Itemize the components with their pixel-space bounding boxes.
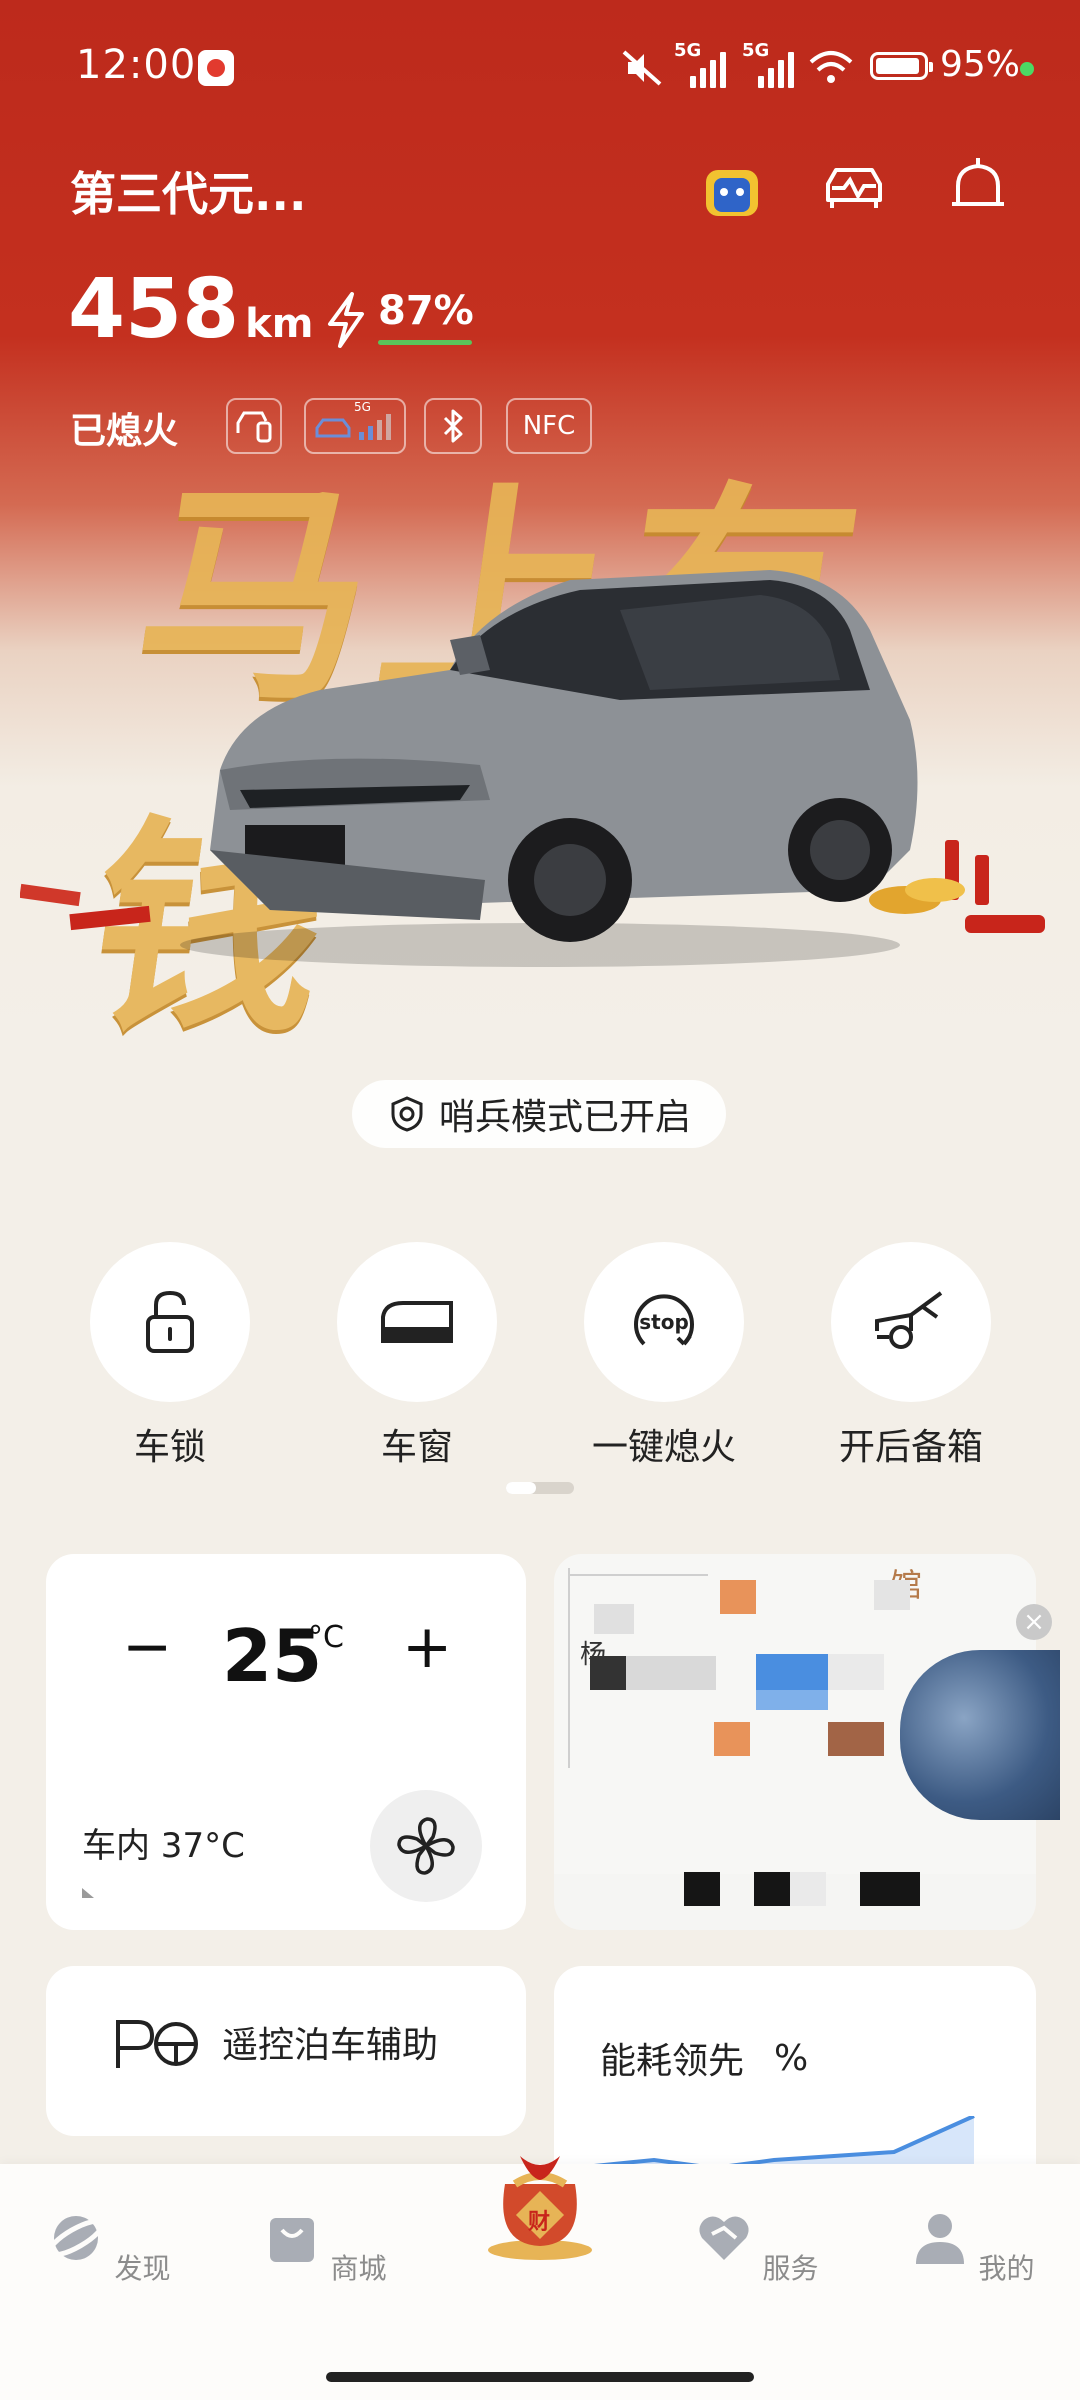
energy-label: 能耗领先 xyxy=(600,2041,745,2082)
car-health-icon[interactable] xyxy=(818,152,890,224)
fan-button[interactable] xyxy=(370,1790,482,1902)
nav-label-service: 服务 xyxy=(762,2252,819,2285)
window-label: 车窗 xyxy=(380,1427,453,1468)
nav-discover[interactable]: 发现 xyxy=(38,2208,178,2287)
temp-minus-button[interactable]: − xyxy=(122,1612,172,1682)
lock-button[interactable] xyxy=(90,1242,250,1402)
car-name[interactable]: 第三代元... xyxy=(70,158,306,224)
map-close-button[interactable]: × xyxy=(1016,1604,1052,1640)
remote-parking-card[interactable]: 遥控泊车辅助 xyxy=(46,1966,526,2136)
range-value: 458 xyxy=(68,262,240,357)
temperature-unit: °C xyxy=(308,1620,344,1655)
cell-signal-icon-2 xyxy=(758,44,794,88)
charge-underline xyxy=(378,340,472,345)
stop-engine-button[interactable]: stop xyxy=(584,1242,744,1402)
car-connect-icon xyxy=(236,411,272,443)
car-5g-chip[interactable]: 5G xyxy=(304,398,406,454)
nfc-chip[interactable]: NFC xyxy=(506,398,592,454)
climate-card[interactable]: − 25 °C + 车内 37°C xyxy=(46,1554,526,1930)
planet-icon xyxy=(46,2216,105,2260)
window-icon xyxy=(381,1301,453,1343)
lucky-bag-text: 财 xyxy=(528,2210,551,2235)
mascot-icon[interactable] xyxy=(696,152,768,224)
cell-signal-icon-1 xyxy=(690,44,726,88)
nav-mine[interactable]: 我的 xyxy=(902,2208,1042,2287)
person-icon xyxy=(915,2214,964,2264)
temp-plus-button[interactable]: + xyxy=(402,1612,452,1682)
energy-percent: % xyxy=(774,2038,809,2079)
nav-label-mine: 我的 xyxy=(978,2252,1035,2285)
nav-label-discover: 发现 xyxy=(114,2252,171,2285)
parking-assist-icon xyxy=(116,2020,198,2068)
lucky-bag-icon xyxy=(488,2156,592,2260)
bottom-navigation: 发现 商城 财 服务 我的 xyxy=(0,2156,1080,2400)
sentry-label: 哨兵模式已开启 xyxy=(438,1097,691,1138)
bell-icon[interactable] xyxy=(942,152,1014,224)
car-image xyxy=(180,570,918,967)
nav-lucky-bag[interactable]: 财 xyxy=(470,2134,610,2271)
driving-range: 458 km xyxy=(68,262,313,357)
clock: 12:00 xyxy=(76,42,197,88)
car-connect-chip[interactable] xyxy=(226,398,282,454)
inside-temperature: 车内 37°C xyxy=(82,1826,245,1866)
corner-indicator-icon xyxy=(82,1888,94,1898)
battery-icon xyxy=(870,52,933,80)
sentry-mode-pill[interactable]: 哨兵模式已开启 xyxy=(352,1080,726,1148)
lock-label: 车锁 xyxy=(133,1427,206,1468)
vehicle-state: 已熄火 xyxy=(70,411,179,452)
wifi-icon xyxy=(809,51,853,83)
range-unit: km xyxy=(245,301,314,347)
nav-label-mall: 商城 xyxy=(330,2252,387,2285)
battery-percent: 95% xyxy=(940,44,1021,85)
nav-service[interactable]: 服务 xyxy=(686,2208,826,2287)
chip-5g-label: 5G xyxy=(354,400,371,414)
lightning-icon xyxy=(328,292,364,348)
stop-engine-label: 一键熄火 xyxy=(591,1427,736,1468)
charge-percent[interactable]: 87% xyxy=(378,288,474,334)
stop-icon-text: stop xyxy=(639,1310,689,1334)
nav-mall[interactable]: 商城 xyxy=(254,2208,394,2287)
status-bar: 12:00 5G 5G 95% xyxy=(0,0,1080,130)
screen-record-icon xyxy=(198,50,234,86)
window-button[interactable] xyxy=(337,1242,497,1402)
bluetooth-chip[interactable] xyxy=(424,398,482,454)
trunk-button[interactable] xyxy=(831,1242,991,1402)
lock-icon xyxy=(146,1290,194,1353)
page-indicator xyxy=(506,1482,574,1494)
shopping-bag-icon xyxy=(269,2218,314,2262)
bluetooth-icon xyxy=(443,409,463,443)
handshake-icon xyxy=(698,2216,749,2260)
gold-ingots-decoration xyxy=(869,840,1045,933)
floating-globe-widget[interactable] xyxy=(900,1650,1060,1820)
mute-icon xyxy=(622,50,662,86)
privacy-indicator-dot xyxy=(1020,62,1034,76)
fan-icon xyxy=(397,1817,455,1875)
home-indicator[interactable] xyxy=(326,2372,754,2382)
remote-parking-label: 遥控泊车辅助 xyxy=(222,2025,439,2066)
trunk-icon xyxy=(875,1291,943,1349)
sentry-icon xyxy=(391,1096,423,1132)
trunk-label: 开后备箱 xyxy=(838,1427,983,1468)
red-envelope-decoration xyxy=(20,883,151,931)
